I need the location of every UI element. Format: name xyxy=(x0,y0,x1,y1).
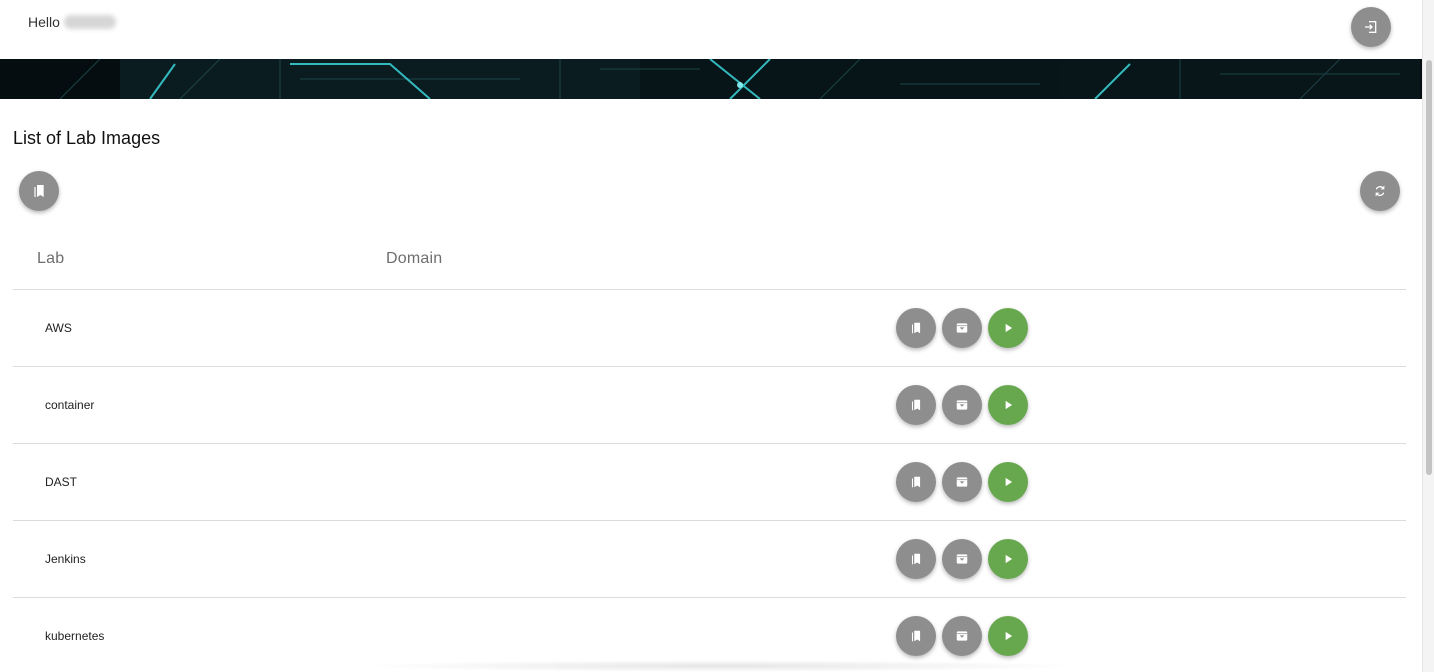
start-lab-button[interactable] xyxy=(988,539,1028,579)
scrollbar-thumb[interactable] xyxy=(1426,60,1432,475)
vertical-scrollbar[interactable] xyxy=(1422,0,1434,672)
refresh-icon xyxy=(1375,185,1385,197)
greeting: Hello xyxy=(28,14,116,30)
start-lab-button[interactable] xyxy=(988,308,1028,348)
archive-icon xyxy=(956,323,968,333)
lab-name: kubernetes xyxy=(45,629,105,643)
table-header: Lab Domain xyxy=(13,240,1406,290)
archive-icon xyxy=(956,554,968,564)
lab-name: DAST xyxy=(45,475,78,489)
table-row: container xyxy=(13,367,1406,444)
start-lab-button[interactable] xyxy=(988,616,1028,656)
archive-lab-button[interactable] xyxy=(942,462,982,502)
user-name-redacted xyxy=(63,15,116,29)
lab-name: AWS xyxy=(45,321,72,335)
archive-icon xyxy=(956,631,968,641)
row-actions xyxy=(896,308,1028,348)
header-banner xyxy=(0,59,1422,99)
row-actions xyxy=(896,539,1028,579)
bookmark-copy-icon xyxy=(911,630,921,642)
copy-lab-button[interactable] xyxy=(896,539,936,579)
lab-images-table: AWS container DAST Jenkins kubernetes xyxy=(13,290,1406,672)
add-lab-image-button[interactable] xyxy=(19,171,59,211)
exit-to-app-icon xyxy=(1365,21,1377,33)
refresh-button[interactable] xyxy=(1360,171,1400,211)
copy-lab-button[interactable] xyxy=(896,616,936,656)
column-header-domain[interactable]: Domain xyxy=(386,250,442,268)
lab-name: container xyxy=(45,398,95,412)
bookmark-copy-icon xyxy=(911,476,921,488)
archive-icon xyxy=(956,400,968,410)
row-actions xyxy=(896,462,1028,502)
bookmark-copy-icon xyxy=(911,399,921,411)
start-lab-button[interactable] xyxy=(988,385,1028,425)
table-row: AWS xyxy=(13,290,1406,367)
play-icon xyxy=(1005,554,1013,564)
row-actions xyxy=(896,385,1028,425)
bookmark-copy-icon xyxy=(34,185,44,197)
archive-lab-button[interactable] xyxy=(942,616,982,656)
lab-name: Jenkins xyxy=(45,552,86,566)
logout-button[interactable] xyxy=(1351,7,1391,47)
column-header-lab[interactable]: Lab xyxy=(37,250,64,268)
play-icon xyxy=(1005,631,1013,641)
copy-lab-button[interactable] xyxy=(896,308,936,348)
table-row: DAST xyxy=(13,444,1406,521)
page-title: List of Lab Images xyxy=(13,128,161,148)
play-icon xyxy=(1005,323,1013,333)
archive-lab-button[interactable] xyxy=(942,308,982,348)
copy-lab-button[interactable] xyxy=(896,462,936,502)
bookmark-copy-icon xyxy=(911,553,921,565)
copy-lab-button[interactable] xyxy=(896,385,936,425)
bookmark-copy-icon xyxy=(911,322,921,334)
bottom-shadow xyxy=(360,660,1080,672)
archive-lab-button[interactable] xyxy=(942,385,982,425)
page: Hello List of Lab Images Lab Domain AWS … xyxy=(0,0,1434,672)
top-header: Hello xyxy=(0,0,1422,59)
archive-lab-button[interactable] xyxy=(942,539,982,579)
greeting-text: Hello xyxy=(28,14,60,30)
start-lab-button[interactable] xyxy=(988,462,1028,502)
play-icon xyxy=(1005,477,1013,487)
archive-icon xyxy=(956,477,968,487)
circuit-banner-image xyxy=(0,59,1422,99)
play-icon xyxy=(1005,400,1013,410)
row-actions xyxy=(896,616,1028,656)
table-row: Jenkins xyxy=(13,521,1406,598)
